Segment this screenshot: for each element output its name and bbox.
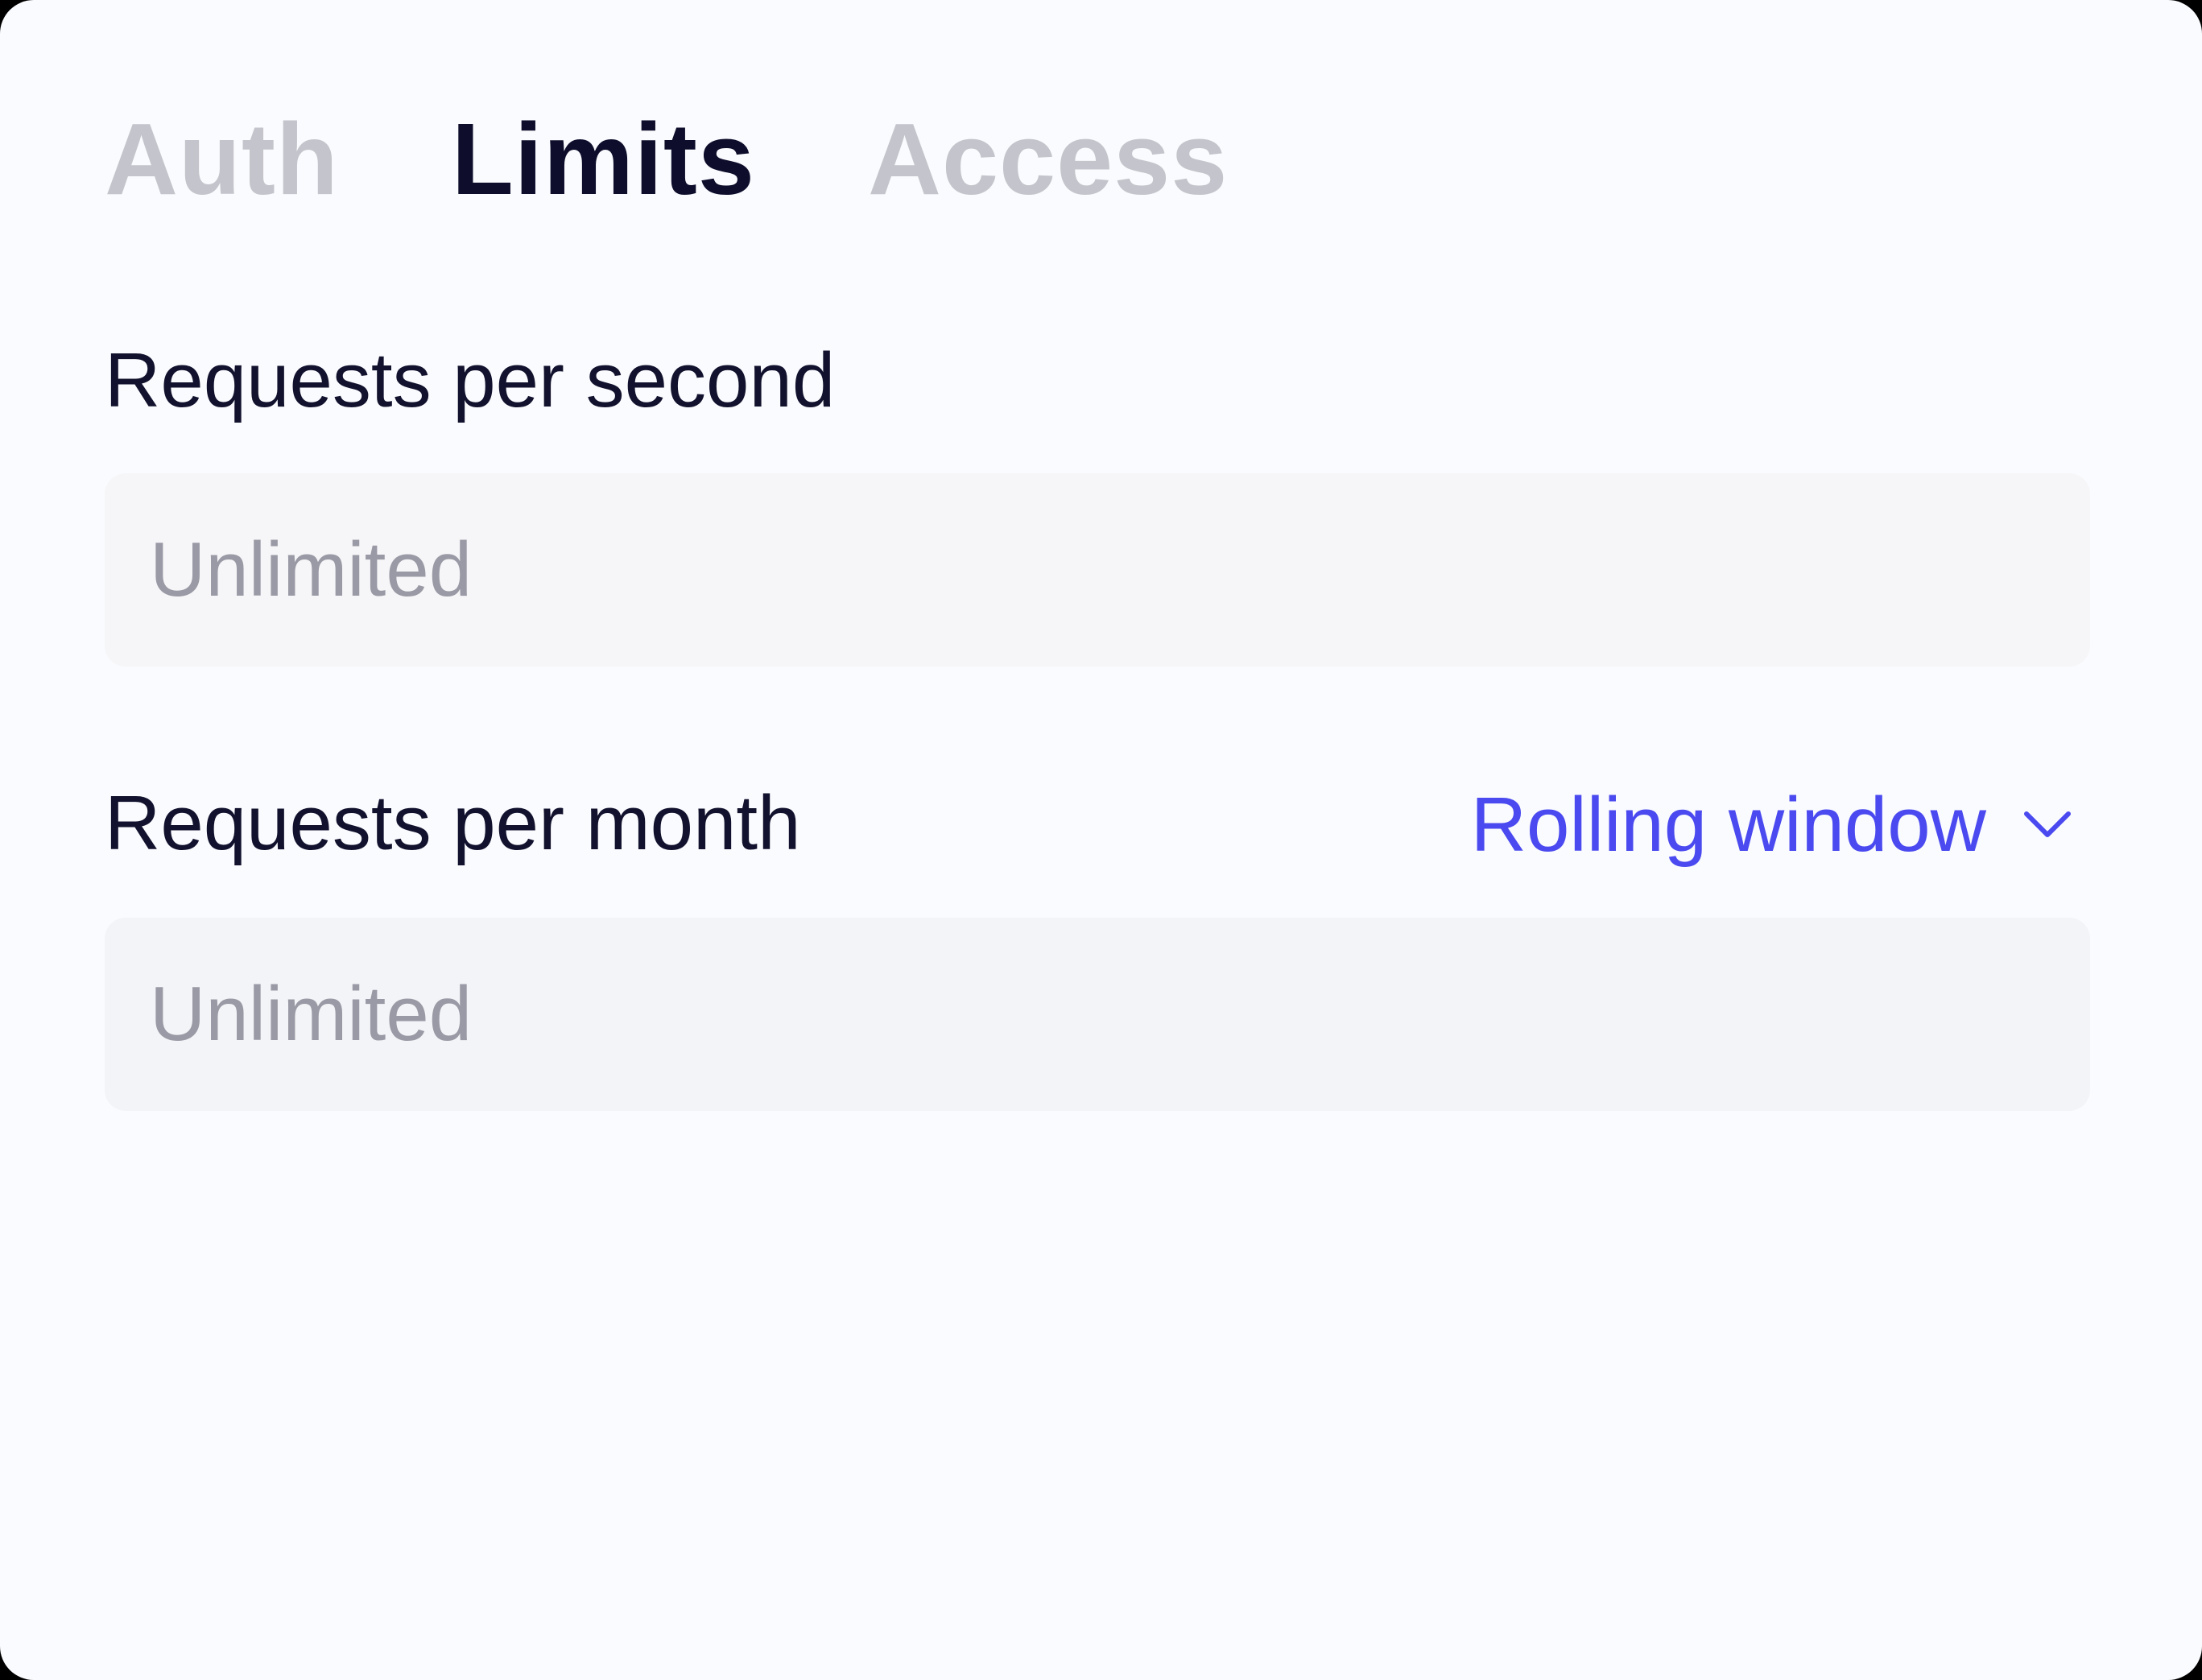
requests-per-month-field[interactable] (105, 918, 2090, 1111)
chevron-down-icon (2024, 811, 2071, 837)
limits-panel: Auth Limits Access Requests per second R… (0, 0, 2202, 1680)
requests-per-second-input[interactable] (150, 526, 2090, 614)
tab-auth[interactable]: Auth (105, 109, 339, 210)
requests-per-month-input[interactable] (150, 970, 2090, 1059)
requests-per-second-field[interactable] (105, 473, 2090, 667)
tab-bar: Auth Limits Access (105, 95, 1228, 224)
requests-per-month-label: Requests per month (105, 780, 801, 866)
tab-access[interactable]: Access (868, 109, 1228, 210)
requests-per-second-label: Requests per second (105, 337, 836, 423)
window-type-selected-value: Rolling window (1470, 782, 1986, 868)
tab-limits[interactable]: Limits (452, 109, 755, 210)
window-type-dropdown[interactable]: Rolling window (1471, 777, 2073, 873)
